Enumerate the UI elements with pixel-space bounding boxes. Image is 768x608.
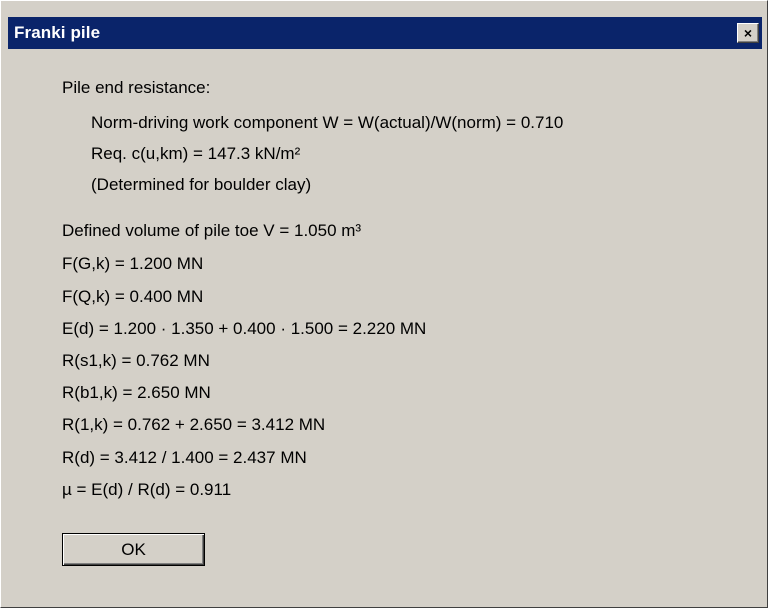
window-title: Franki pile (14, 23, 101, 42)
r1k-line: R(1,k) = 0.762 + 2.650 = 3.412 MN (62, 415, 326, 434)
close-icon: × (743, 25, 753, 41)
rb1k-line: R(b1,k) = 2.650 MN (62, 383, 211, 402)
norm-driving-work-line: Norm-driving work component W = W(actual… (91, 113, 564, 132)
rd-line: R(d) = 3.412 / 1.400 = 2.437 MN (62, 448, 307, 467)
franki-pile-dialog: Franki pile × Pile end resistance: Norm-… (0, 0, 768, 608)
close-button[interactable]: × (737, 23, 759, 43)
ok-button[interactable]: OK (62, 533, 205, 566)
title-bar[interactable]: Franki pile × (8, 17, 762, 49)
section-heading-pile-end-resistance: Pile end resistance: (62, 78, 211, 97)
fgk-line: F(G,k) = 1.200 MN (62, 254, 204, 273)
determined-for-note: (Determined for boulder clay) (91, 175, 312, 194)
pile-toe-volume-line: Defined volume of pile toe V = 1.050 m³ (62, 221, 362, 240)
mu-line: µ = E(d) / R(d) = 0.911 (62, 480, 232, 499)
fqk-line: F(Q,k) = 0.400 MN (62, 287, 204, 306)
ed-line: E(d) = 1.200 · 1.350 + 0.400 · 1.500 = 2… (62, 319, 427, 338)
req-cu-km-line: Req. c(u,km) = 147.3 kN/m² (91, 144, 301, 163)
rs1k-line: R(s1,k) = 0.762 MN (62, 351, 210, 370)
